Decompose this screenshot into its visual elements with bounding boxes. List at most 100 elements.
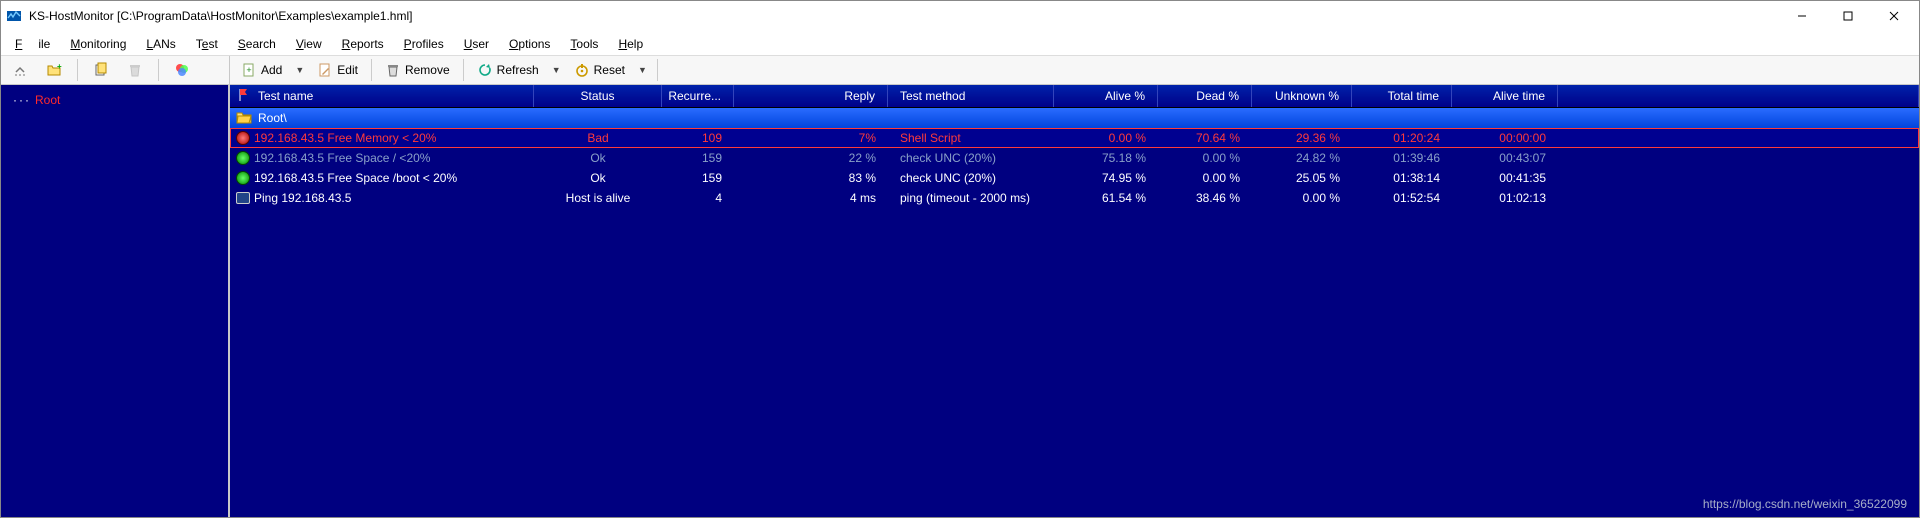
maximize-button[interactable] [1825,1,1871,31]
svg-text:+: + [57,62,62,71]
test-grid: Test name Status Recurre... Reply Test m… [230,85,1919,517]
cell-method: check UNC (20%) [888,168,1054,188]
col-status[interactable]: Status [534,85,662,107]
tree-collapse-button[interactable] [5,58,35,82]
reset-label: Reset [594,63,625,77]
col-method[interactable]: Test method [888,85,1054,107]
menu-user[interactable]: User [456,35,497,53]
add-label: Add [261,63,282,77]
toolbar-separator [463,59,464,81]
cell-recur: 109 [662,128,734,148]
menu-lans[interactable]: LANs [138,35,183,53]
menu-options[interactable]: Options [501,35,558,53]
col-alive[interactable]: Alive % [1054,85,1158,107]
tree-copy-button[interactable] [86,58,116,82]
cell-dead: 38.46 % [1158,188,1252,208]
cell-total: 01:38:14 [1352,168,1452,188]
add-button[interactable]: + Add [234,58,289,82]
menu-monitoring[interactable]: Monitoring [62,35,134,53]
reset-icon [574,62,590,78]
cell-alivetime: 00:00:00 [1452,128,1558,148]
cell-alivetime: 00:41:35 [1452,168,1558,188]
cell-name: 192.168.43.5 Free Memory < 20% [254,131,436,145]
toolbar-separator [77,59,78,81]
menu-test[interactable]: Test [188,35,226,53]
reset-dropdown[interactable]: ▼ [634,65,651,75]
remove-button[interactable]: Remove [378,58,457,82]
cell-name: 192.168.43.5 Free Space / <20% [254,151,430,165]
col-test-name[interactable]: Test name [230,85,534,107]
col-reply[interactable]: Reply [734,85,888,107]
tree-panel[interactable]: ···Root [1,85,230,517]
table-row[interactable]: 192.168.43.5 Free Space / <20%Ok15922 %c… [230,148,1919,168]
toolbar-separator [158,59,159,81]
add-dropdown[interactable]: ▼ [291,65,308,75]
add-icon: + [241,62,257,78]
tree-expander-icon: ··· [13,93,31,107]
left-toolbar: + [1,56,230,84]
menu-view[interactable]: View [288,35,330,53]
trash-icon [385,62,401,78]
refresh-button[interactable]: Refresh [470,58,546,82]
menu-profiles[interactable]: Profiles [396,35,452,53]
cell-reply: 4 ms [734,188,888,208]
cell-name: 192.168.43.5 Free Space /boot < 20% [254,171,457,185]
cell-method: ping (timeout - 2000 ms) [888,188,1054,208]
group-label: Root\ [258,111,287,125]
status-dot-icon [236,171,250,185]
cell-unknown: 25.05 % [1252,168,1352,188]
cell-alive: 74.95 % [1054,168,1158,188]
cell-total: 01:39:46 [1352,148,1452,168]
col-total[interactable]: Total time [1352,85,1452,107]
cell-recur: 4 [662,188,734,208]
col-recurre[interactable]: Recurre... [662,85,734,107]
refresh-dropdown[interactable]: ▼ [548,65,565,75]
tree-delete-button[interactable] [120,58,150,82]
titlebar: KS-HostMonitor [C:\ProgramData\HostMonit… [1,1,1919,31]
flag-icon [238,88,250,105]
col-unknown[interactable]: Unknown % [1252,85,1352,107]
tree-new-folder-button[interactable]: + [39,58,69,82]
svg-text:+: + [246,65,251,75]
table-row[interactable]: 192.168.43.5 Free Space /boot < 20% Ok159… [230,168,1919,188]
tree-root-node[interactable]: ···Root [9,91,220,109]
close-button[interactable] [1871,1,1917,31]
menu-tools[interactable]: Tools [562,35,606,53]
col-dead[interactable]: Dead % [1158,85,1252,107]
cell-dead: 70.64 % [1158,128,1252,148]
cell-alive: 61.54 % [1054,188,1158,208]
col-alivetime[interactable]: Alive time [1452,85,1558,107]
cell-alivetime: 00:43:07 [1452,148,1558,168]
cell-reply: 7% [734,128,888,148]
menu-help[interactable]: Help [610,35,651,53]
status-dot-icon [236,192,250,204]
minimize-button[interactable] [1779,1,1825,31]
menu-file[interactable]: File [7,35,58,53]
cell-unknown: 29.36 % [1252,128,1352,148]
col-extra[interactable] [1558,85,1919,107]
cell-unknown: 24.82 % [1252,148,1352,168]
cell-total: 01:52:54 [1352,188,1452,208]
cell-recur: 159 [662,148,734,168]
tree-color-button[interactable] [167,58,197,82]
menu-reports[interactable]: Reports [334,35,392,53]
menubar: File Monitoring LANs Test Search View Re… [1,31,1919,55]
table-row[interactable]: 192.168.43.5 Free Memory < 20%Bad1097%Sh… [230,128,1919,148]
menu-search[interactable]: Search [230,35,284,53]
cell-name: Ping 192.168.43.5 [254,191,351,205]
grid-rows: 192.168.43.5 Free Memory < 20%Bad1097%Sh… [230,128,1919,208]
reset-button[interactable]: Reset [567,58,632,82]
cell-alive: 0.00 % [1054,128,1158,148]
toolbar-separator [371,59,372,81]
group-row-root[interactable]: Root\ [230,108,1919,128]
main-toolbar: + Add ▼ Edit Remove Refresh ▼ Reset [230,56,1919,84]
status-dot-icon [236,131,250,145]
table-row[interactable]: Ping 192.168.43.5Host is alive44 msping … [230,188,1919,208]
cell-alive: 75.18 % [1054,148,1158,168]
edit-button[interactable]: Edit [310,58,365,82]
status-dot-icon [236,151,250,165]
cell-status: Ok [534,168,662,188]
cell-recur: 159 [662,168,734,188]
watermark-text: https://blog.csdn.net/weixin_36522099 [1703,497,1907,511]
grid-header: Test name Status Recurre... Reply Test m… [230,85,1919,108]
